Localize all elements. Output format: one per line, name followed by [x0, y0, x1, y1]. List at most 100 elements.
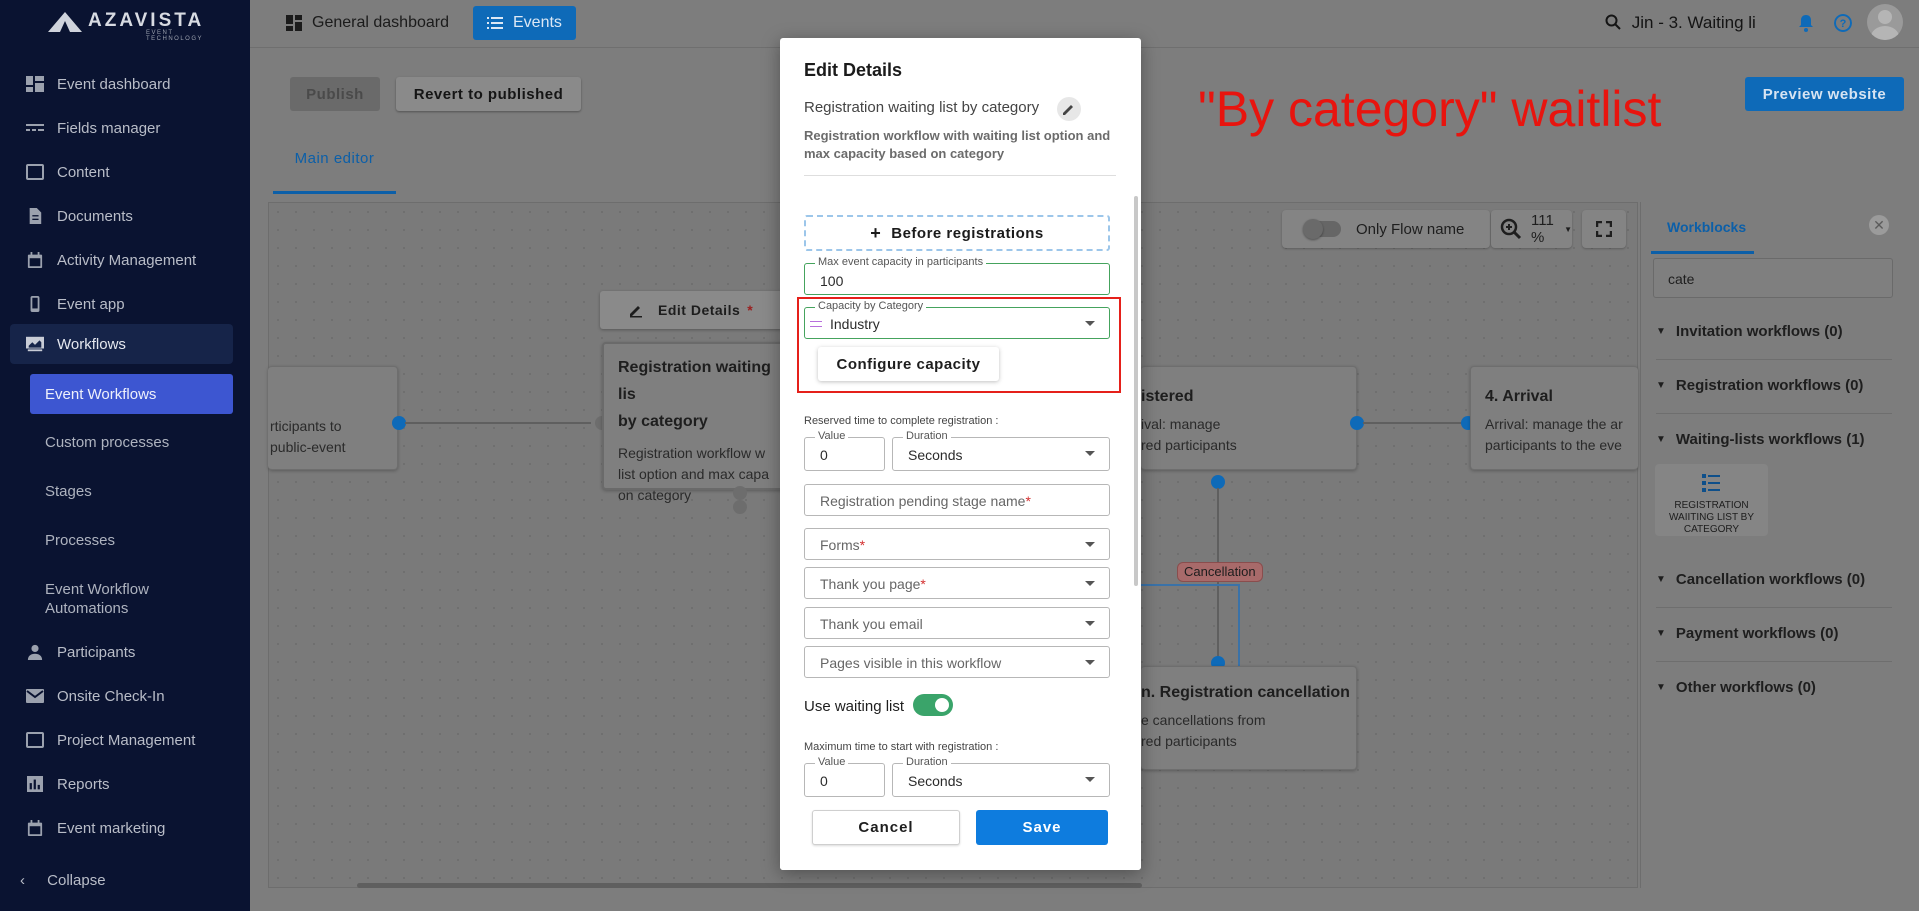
event-search[interactable]: Jin - 3. Waiting li: [1605, 13, 1756, 33]
field-placeholder: Pages visible in this workflow: [820, 655, 1002, 671]
nav-label: Event app: [57, 295, 125, 313]
events-button[interactable]: Events: [473, 6, 576, 40]
nav-documents[interactable]: Documents: [0, 196, 250, 236]
category-invitation-workflows[interactable]: ▼ Invitation workflows (0): [1656, 306, 1892, 360]
max-time-value-input[interactable]: Value 0: [804, 756, 885, 797]
card-title-line: Registration waiting lis: [618, 359, 771, 403]
nav-workflows[interactable]: Workflows: [10, 324, 233, 364]
dashboard-icon: [286, 15, 302, 31]
collapse-button[interactable]: ‹ Collapse: [20, 872, 106, 889]
tab-main-editor[interactable]: Main editor: [273, 148, 396, 194]
bell-icon[interactable]: [1797, 14, 1815, 32]
caret-down-icon: ▼: [1656, 682, 1666, 693]
nav-activity-management[interactable]: Activity Management: [0, 240, 250, 280]
workflow-card-arrival[interactable]: 4. Arrival Arrival: manage the ar partic…: [1470, 366, 1638, 470]
chevron-down-icon: [1085, 542, 1095, 547]
workflow-card-registered[interactable]: istered ival: manage red participants: [1141, 366, 1357, 470]
connector-dot[interactable]: [1211, 475, 1225, 489]
only-flow-name-toggle[interactable]: Only Flow name: [1282, 210, 1490, 248]
category-waiting-lists-workflows[interactable]: ▼ Waiting-lists workflows (1): [1656, 414, 1892, 468]
before-registrations-button[interactable]: + Before registrations: [804, 215, 1110, 251]
cancel-button[interactable]: Cancel: [812, 810, 960, 845]
reserved-time-value-input[interactable]: Value 0: [804, 430, 885, 471]
pending-stage-name-input[interactable]: Registration pending stage name*: [804, 484, 1110, 516]
modal-scrollbar[interactable]: [1134, 196, 1138, 586]
nav-event-app[interactable]: Event app: [0, 284, 250, 324]
card-desc-line: Registration workflow w: [618, 445, 766, 461]
save-button[interactable]: Save: [976, 810, 1108, 845]
subnav-processes[interactable]: Processes: [30, 520, 233, 560]
avatar[interactable]: [1867, 4, 1903, 40]
max-capacity-field[interactable]: Max event capacity in participants 100: [804, 256, 1110, 295]
pages-visible-select[interactable]: Pages visible in this workflow: [804, 646, 1110, 678]
category-payment-workflows[interactable]: ▼ Payment workflows (0): [1656, 608, 1892, 662]
workflow-card-registration-waiting-list[interactable]: Registration waiting lis by category Reg…: [602, 342, 792, 503]
category-icon: [810, 321, 822, 327]
category-other-workflows[interactable]: ▼ Other workflows (0): [1656, 662, 1892, 716]
nav-fields-manager[interactable]: Fields manager: [0, 108, 250, 148]
person-icon: [27, 644, 43, 660]
connector-line: [1141, 584, 1239, 586]
zoom-in-icon: [1500, 218, 1522, 240]
category-registration-workflows[interactable]: ▼ Registration workflows (0): [1656, 360, 1892, 414]
nav-participants[interactable]: Participants: [0, 632, 250, 672]
subnav-event-workflows[interactable]: Event Workflows: [30, 374, 233, 414]
forms-select[interactable]: Forms*: [804, 528, 1110, 560]
thank-you-email-select[interactable]: Thank you email: [804, 607, 1110, 639]
thank-you-page-select[interactable]: Thank you page*: [804, 567, 1110, 599]
plus-icon: +: [870, 222, 882, 243]
fullscreen-button[interactable]: [1582, 210, 1626, 248]
caret-down-icon: ▼: [1656, 326, 1666, 337]
fields-icon: [26, 124, 44, 131]
subnav-stages[interactable]: Stages: [30, 471, 233, 511]
use-waiting-list-toggle[interactable]: [913, 694, 953, 716]
zoom-level: 111 %: [1531, 212, 1554, 246]
toggle-switch[interactable]: [1303, 219, 1341, 239]
capacity-by-category-select[interactable]: Capacity by Category Industry: [804, 300, 1110, 339]
preview-website-button[interactable]: Preview website: [1745, 77, 1904, 111]
workflow-name: Registration waiting list by category: [804, 99, 1040, 116]
nav-content[interactable]: Content: [0, 152, 250, 192]
events-label: Events: [513, 14, 562, 31]
revert-to-published-button[interactable]: Revert to published: [396, 77, 581, 111]
workblocks-search-input[interactable]: cate: [1653, 258, 1893, 298]
subnav-event-workflow-automations[interactable]: Event Workflow Automations: [30, 579, 200, 619]
nav-project-management[interactable]: Project Management: [0, 720, 250, 760]
divider: [804, 175, 1116, 176]
connector-dot[interactable]: [1350, 416, 1364, 430]
field-value: Seconds: [908, 773, 963, 789]
connector-dot[interactable]: [733, 486, 747, 500]
general-dashboard-button[interactable]: General dashboard: [272, 6, 463, 40]
edit-name-button[interactable]: [1057, 97, 1081, 121]
nav-label: Onsite Check-In: [57, 687, 165, 705]
connector-dot[interactable]: [392, 416, 406, 430]
document-icon: [29, 208, 42, 224]
nav-event-dashboard[interactable]: Event dashboard: [0, 64, 250, 104]
logo[interactable]: AZAVISTA EVENT TECHNOLOGY: [48, 10, 202, 42]
nav-reports[interactable]: Reports: [0, 764, 250, 804]
nav-onsite-check-in[interactable]: Onsite Check-In: [0, 676, 250, 716]
tab-workblocks[interactable]: Workblocks: [1651, 216, 1754, 254]
nav-label: Event marketing: [57, 819, 166, 837]
chevron-down-icon: [1085, 581, 1095, 586]
publish-button[interactable]: Publish: [290, 77, 380, 111]
field-value: 0: [820, 773, 828, 789]
edit-details-tab[interactable]: Edit Details *: [600, 291, 783, 329]
workflow-card-invitation[interactable]: rticipants to public-event: [268, 366, 398, 470]
reserved-time-duration-select[interactable]: Duration Seconds: [892, 430, 1110, 471]
subnav-custom-processes[interactable]: Custom processes: [30, 422, 233, 462]
configure-capacity-button[interactable]: Configure capacity: [818, 347, 999, 381]
workblock-registration-waiting-list-by-category[interactable]: REGISTRATION WAIITING LIST BY CATEGORY: [1655, 464, 1768, 536]
help-icon[interactable]: ?: [1834, 14, 1852, 32]
zoom-control[interactable]: 111 % ▼: [1491, 210, 1572, 248]
max-time-duration-select[interactable]: Duration Seconds: [892, 756, 1110, 797]
chevron-down-icon: [1085, 777, 1095, 782]
workflow-card-registration-cancellation[interactable]: n. Registration cancellation e cancellat…: [1141, 666, 1357, 770]
close-icon[interactable]: ✕: [1869, 215, 1889, 235]
cancellation-badge[interactable]: Cancellation: [1177, 562, 1263, 582]
nav-event-marketing[interactable]: Event marketing: [0, 808, 250, 848]
canvas-scrollbar[interactable]: [357, 883, 1142, 888]
mail-icon: [26, 689, 44, 703]
connector-dot[interactable]: [733, 500, 747, 514]
category-cancellation-workflows[interactable]: ▼ Cancellation workflows (0): [1656, 554, 1892, 608]
